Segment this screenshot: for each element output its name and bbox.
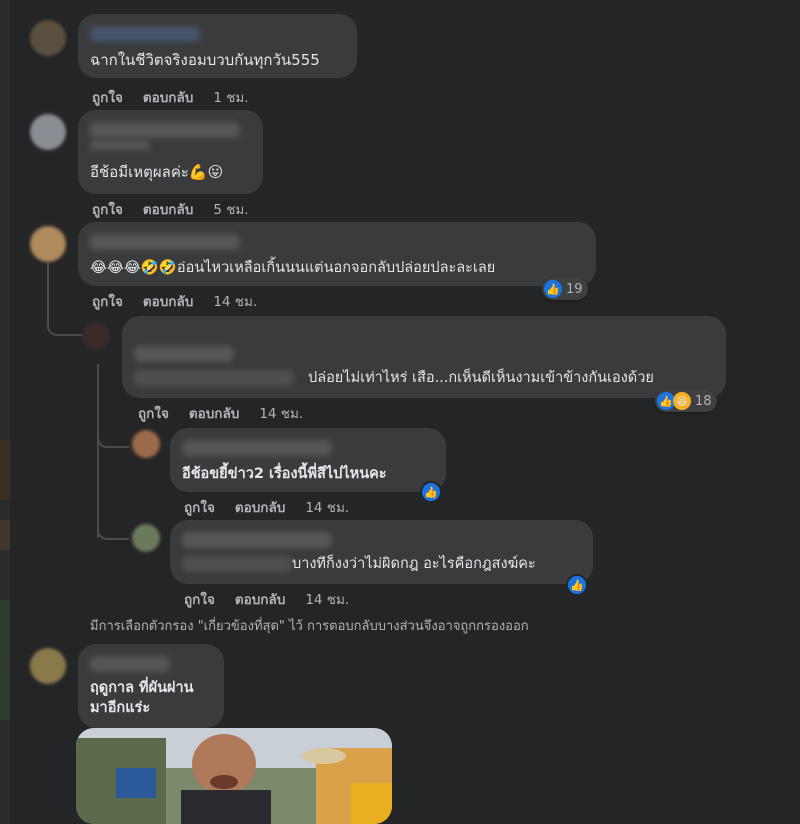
like-icon: 👍 [544,280,562,298]
comment-bubble: บางทีก็งงว่าไม่ผิดกฎ อะไรคือกฎสงฆ์คะ [170,520,593,584]
comment-actions: ถูกใจ ตอบกลับ 14 ชม. [138,402,303,424]
reply-button[interactable]: ตอบกลับ [235,588,285,610]
like-button[interactable]: ถูกใจ [184,496,215,518]
author-name[interactable] [90,656,170,672]
author-name[interactable] [134,346,234,362]
like-button[interactable]: ถูกใจ [138,402,169,424]
reply-button[interactable]: ตอบกลับ [235,496,285,518]
avatar[interactable] [30,226,66,262]
comment-text: มาอีกแร่ะ [90,700,151,716]
comment-text: อีช้อมีเหตุผลค่ะ💪😛 [90,163,224,181]
reaction-count: 19 [566,281,583,297]
reaction-count: 18 [695,393,712,409]
comment-bubble: ฉากในชีวิตจริงอมบวบกันทุกวัน555 [78,14,357,78]
author-name[interactable] [182,440,332,456]
like-icon: 👍 [422,483,440,501]
like-button[interactable]: ถูกใจ [184,588,215,610]
thread-line [97,510,129,540]
blurred-text [182,556,292,572]
sidebar-thumbnail [0,600,10,720]
comment-text: ฤดูกาล ที่ผันผ่าน [90,680,194,696]
comment-text: ปล่อยไม่เท่าไหร่ เสือ...กเห็นดีเห็นงามเข… [308,370,654,386]
comment-photo[interactable] [76,728,392,824]
author-name[interactable] [90,122,240,138]
timestamp[interactable]: 14 ชม. [305,588,349,610]
comment-bubble: ปล่อยไม่เท่าไหร่ เสือ...กเห็นดีเห็นงามเข… [122,316,726,398]
comment-actions: ถูกใจ ตอบกลับ 5 ชม. [92,198,249,220]
like-button[interactable]: ถูกใจ [92,290,123,312]
timestamp[interactable]: 1 ชม. [213,86,248,108]
reaction-summary[interactable]: 👍 [566,574,588,596]
thread-line [47,262,83,336]
photo-image [76,728,392,824]
like-button[interactable]: ถูกใจ [92,198,123,220]
comment-text: อีช้อขยี้ข่าว2 เรื่องนี้พี่สีไปไหนคะ [182,466,387,482]
comment-bubble: อีช้อมีเหตุผลค่ะ💪😛 [78,110,263,194]
avatar[interactable] [30,648,66,684]
sidebar-thumbnail [0,520,10,550]
haha-icon: 😆 [673,392,691,410]
comment-text: บางทีก็งงว่าไม่ผิดกฎ อะไรคือกฎสงฆ์คะ [292,556,536,572]
reaction-summary[interactable]: 👍 😆 18 [655,390,717,412]
reply-button[interactable]: ตอบกลับ [189,402,239,424]
like-button[interactable]: ถูกใจ [92,86,123,108]
avatar[interactable] [132,524,160,552]
avatar[interactable] [132,430,160,458]
timestamp[interactable]: 14 ชม. [259,402,303,424]
comment-text: ฉากในชีวิตจริงอมบวบกันทุกวัน555 [90,51,320,69]
blurred-text [134,370,294,386]
avatar[interactable] [30,114,66,150]
sidebar-thumbnail [0,440,10,500]
reaction-summary[interactable]: 👍 [420,481,442,503]
author-name[interactable] [90,26,200,42]
author-name [90,140,150,150]
reply-button[interactable]: ตอบกลับ [143,86,193,108]
avatar[interactable] [82,322,110,350]
timestamp[interactable]: 14 ชม. [305,496,349,518]
thread-line [97,420,129,448]
comment-actions: ถูกใจ ตอบกลับ 14 ชม. [184,588,349,610]
filter-note: มีการเลือกตัวกรอง "เกี่ยวข้องที่สุด" ไว้… [90,619,529,634]
like-icon: 👍 [568,576,586,594]
left-sidebar-edge [0,0,10,824]
comment-bubble: ฤดูกาล ที่ผันผ่าน มาอีกแร่ะ [78,644,224,728]
comment-bubble: 😂😂😂🤣🤣อ่อนไหวเหลือเกิ้นนนแต่นอกจอกลับปล่อ… [78,222,596,286]
reply-button[interactable]: ตอบกลับ [143,198,193,220]
comment-actions: ถูกใจ ตอบกลับ 1 ชม. [92,86,249,108]
author-name[interactable] [90,234,240,250]
comment-bubble: อีช้อขยี้ข่าว2 เรื่องนี้พี่สีไปไหนคะ [170,428,446,492]
avatar[interactable] [30,20,66,56]
comment-actions: ถูกใจ ตอบกลับ 14 ชม. [92,290,257,312]
comment-text: 😂😂😂🤣🤣อ่อนไหวเหลือเกิ้นนนแต่นอกจอกลับปล่อ… [90,260,496,276]
timestamp[interactable]: 5 ชม. [213,198,248,220]
reply-button[interactable]: ตอบกลับ [143,290,193,312]
comments-panel: ฉากในชีวิตจริงอมบวบกันทุกวัน555 ถูกใจ ตอ… [10,0,800,824]
comment-actions: ถูกใจ ตอบกลับ 14 ชม. [184,496,349,518]
timestamp[interactable]: 14 ชม. [213,290,257,312]
reaction-summary[interactable]: 👍 19 [542,278,588,300]
author-name[interactable] [182,532,332,548]
